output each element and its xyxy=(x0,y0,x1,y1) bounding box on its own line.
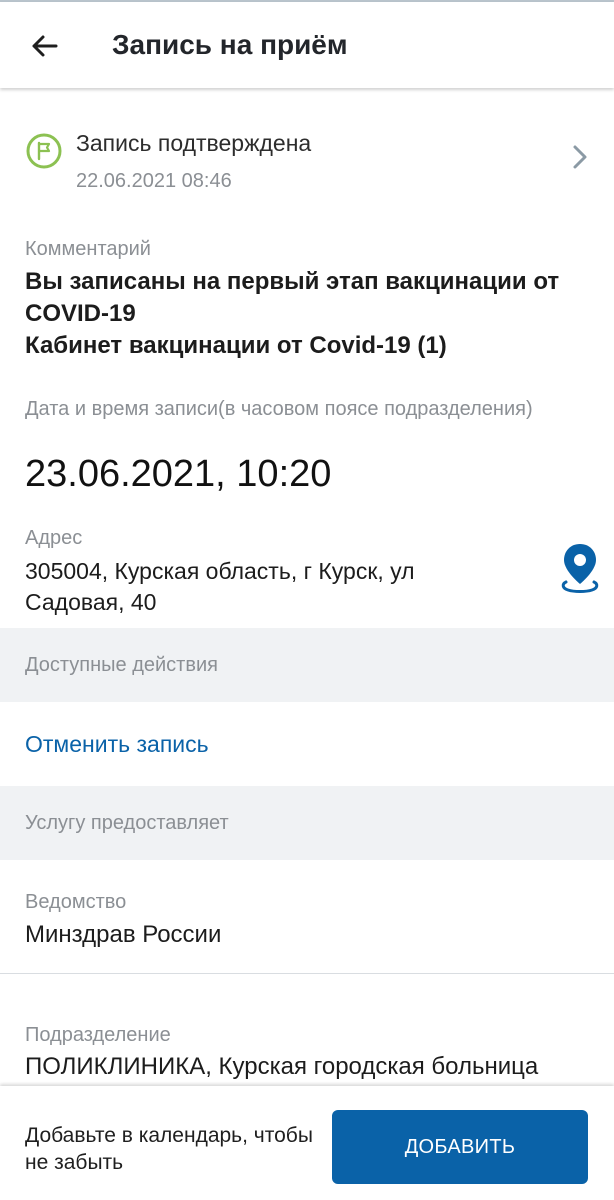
status-row[interactable]: Запись подтверждена 22.06.2021 08:46 xyxy=(0,120,614,200)
subdivision-value: ПОЛИКЛИНИКА, Курская городская больница xyxy=(25,1053,539,1080)
arrow-left-icon xyxy=(32,35,58,57)
comment-line: Кабинет вакцинации от Covid-19 (1) xyxy=(25,332,447,359)
cancel-appointment-link[interactable]: Отменить запись xyxy=(25,731,209,758)
address-value: 305004, Курская область, г Курск, ул Сад… xyxy=(25,558,415,615)
department-label: Ведомство xyxy=(25,891,127,913)
provider-section-title: Услугу предоставляет xyxy=(25,812,229,834)
comment-label: Комментарий xyxy=(25,238,151,260)
divider xyxy=(0,973,614,974)
subdivision-label: Подразделение xyxy=(25,1024,171,1046)
app-header: Запись на приём xyxy=(0,2,614,88)
back-button[interactable] xyxy=(20,22,68,70)
comment-value: Вы записаны на первый этап вакцинации от… xyxy=(25,266,585,362)
actions-section-title: Доступные действия xyxy=(25,654,218,676)
flag-icon xyxy=(26,133,62,169)
chevron-right-icon xyxy=(573,145,587,169)
provider-section-header: Услугу предоставляет xyxy=(0,786,614,860)
status-title: Запись подтверждена xyxy=(76,130,312,156)
map-pin-icon[interactable] xyxy=(560,542,600,594)
actions-section-header: Доступные действия xyxy=(0,628,614,702)
calendar-hint: Добавьте в календарь, чтобы не забыть xyxy=(25,1124,313,1174)
status-date: 22.06.2021 08:46 xyxy=(76,170,232,192)
calendar-bar: Добавьте в календарь, чтобы не забыть ДО… xyxy=(0,1086,614,1200)
appointment-label: Дата и время записи(в часовом поясе подр… xyxy=(25,398,533,420)
page-title: Запись на приём xyxy=(112,29,348,60)
department-value: Минздрав России xyxy=(25,921,222,948)
address-label: Адрес xyxy=(25,527,83,549)
add-to-calendar-button[interactable]: ДОБАВИТЬ xyxy=(332,1110,588,1184)
comment-line: Вы записаны на первый этап вакцинации от… xyxy=(25,268,560,327)
appointment-datetime: 23.06.2021, 10:20 xyxy=(25,453,332,495)
